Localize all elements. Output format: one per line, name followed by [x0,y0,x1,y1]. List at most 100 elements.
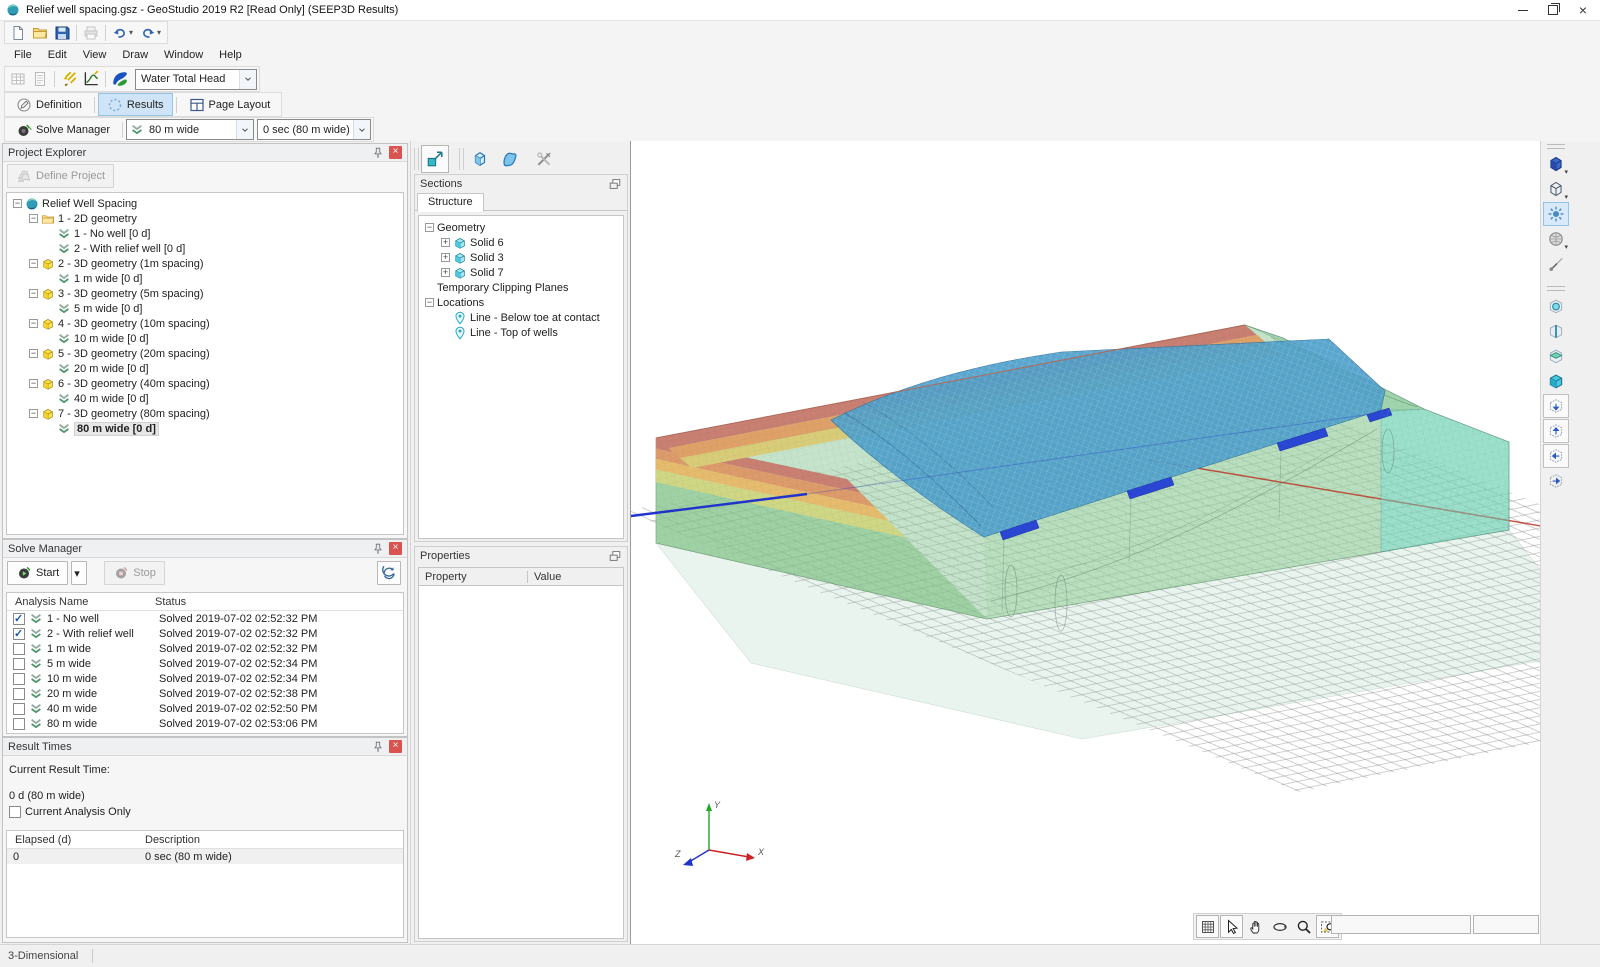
analysis-checkbox[interactable] [13,628,25,640]
view-tool-button[interactable]: ▾ [1543,177,1569,201]
solid-view-button[interactable] [466,145,494,173]
analysis-row[interactable]: 2 - With relief well Solved 2019-07-02 0… [7,626,403,641]
analysis-row[interactable]: 20 m wide Solved 2019-07-02 02:52:38 PM [7,686,403,701]
analysis-row[interactable]: 40 m wide Solved 2019-07-02 02:52:50 PM [7,701,403,716]
project-tree-item[interactable]: 4 - 3D geometry (10m spacing) [7,316,403,331]
toolbar-grip[interactable] [1547,144,1565,149]
project-tree-item[interactable]: Relief Well Spacing [7,196,403,211]
zoom-objects-button[interactable] [421,145,449,173]
tree-toggle[interactable] [29,409,38,418]
pin-icon[interactable] [371,146,385,160]
tree-toggle[interactable] [29,349,38,358]
close-icon[interactable]: × [389,740,402,753]
tree-toggle[interactable] [441,253,450,262]
analysis-row[interactable]: 1 - No well Solved 2019-07-02 02:52:32 P… [7,611,403,626]
sketch-table-button[interactable] [7,70,29,89]
float-icon[interactable] [608,177,622,191]
tree-toggle[interactable] [29,259,38,268]
tree-toggle[interactable] [29,289,38,298]
analysis-checkbox[interactable] [13,688,25,700]
tab-definition[interactable]: Definition [7,93,91,116]
start-button[interactable]: Start [7,561,68,585]
project-tree-item[interactable]: 1 m wide [0 d] [7,271,403,286]
tree-toggle[interactable] [29,379,38,388]
toolbar-grip[interactable] [414,148,419,170]
view-tool-button[interactable] [1543,202,1569,226]
report-button[interactable] [29,70,51,89]
new-button[interactable] [7,23,29,42]
menu-item[interactable]: Edit [40,46,75,64]
combo-dropdown-button[interactable] [236,120,253,139]
structure-tree-item[interactable]: Line - Top of wells [419,325,623,340]
close-button[interactable]: × [1568,0,1598,20]
analysis-checkbox[interactable] [13,658,25,670]
clip-tool-button[interactable] [1543,419,1569,443]
redo-button[interactable] [137,23,159,42]
structure-tree-item[interactable]: Locations [419,295,623,310]
view-options-button[interactable] [530,145,558,173]
define-project-button[interactable]: Define Project [7,164,114,188]
project-tree-item[interactable]: 1 - 2D geometry [7,211,403,226]
analysis-checkbox[interactable] [13,703,25,715]
close-icon[interactable]: × [389,542,402,555]
surface-view-button[interactable] [496,145,524,173]
close-icon[interactable]: × [389,146,402,159]
view-tool-button[interactable]: ▾ [1543,152,1569,176]
project-tree-item[interactable]: 20 m wide [0 d] [7,361,403,376]
tree-toggle[interactable] [441,268,450,277]
open-button[interactable] [29,23,51,42]
column-header-value[interactable]: Value [528,571,561,583]
stop-button[interactable]: Stop [104,561,165,585]
3d-model-view[interactable]: Y X Z [631,141,1541,944]
structure-tree-item[interactable]: Solid 6 [419,235,623,250]
structure-tree-item[interactable]: Solid 3 [419,250,623,265]
nav-button[interactable] [1196,915,1219,938]
current-time-combo[interactable]: 0 sec (80 m wide) [257,119,371,140]
project-tree-item[interactable]: 6 - 3D geometry (40m spacing) [7,376,403,391]
menu-item[interactable]: Help [211,46,250,64]
print-button[interactable] [80,23,102,42]
undo-button[interactable] [109,23,131,42]
project-tree-item[interactable]: 2 - With relief well [0 d] [7,241,403,256]
nav-button[interactable] [1268,915,1291,938]
project-tree-item[interactable]: 1 - No well [0 d] [7,226,403,241]
tab-page-layout[interactable]: Page Layout [180,93,280,116]
save-button[interactable] [51,23,73,42]
toolbar-grip[interactable] [459,148,464,170]
menu-item[interactable]: Window [156,46,211,64]
tree-toggle[interactable] [29,214,38,223]
project-tree-item[interactable]: 2 - 3D geometry (1m spacing) [7,256,403,271]
project-tree-item[interactable]: 5 - 3D geometry (20m spacing) [7,346,403,361]
nav-button[interactable] [1292,915,1315,938]
project-tree-item[interactable]: 7 - 3D geometry (80m spacing) [7,406,403,421]
clip-tool-button[interactable] [1543,294,1569,318]
structure-tree-item[interactable]: Temporary Clipping Planes [419,280,623,295]
undo-dropdown[interactable]: ▾ [129,28,137,37]
analysis-checkbox[interactable] [13,613,25,625]
combo-dropdown-button[interactable] [239,70,256,89]
analysis-checkbox[interactable] [13,643,25,655]
clip-tool-button[interactable] [1543,319,1569,343]
analysis-checkbox[interactable] [13,718,25,730]
tree-toggle[interactable] [13,199,22,208]
structure-tree-item[interactable]: Line - Below toe at contact [419,310,623,325]
nav-button[interactable] [1220,915,1243,938]
nav-button[interactable] [1244,915,1267,938]
view-tool-button[interactable]: ▾ [1543,227,1569,251]
analysis-row[interactable]: 10 m wide Solved 2019-07-02 02:52:34 PM [7,671,403,686]
3d-viewport[interactable]: Y X Z [630,141,1541,944]
dropdown-arrow[interactable]: ▾ [1564,168,1568,176]
minimize-button[interactable] [1508,0,1538,20]
column-header-analysis-name[interactable]: Analysis Name [7,596,155,608]
tab-results[interactable]: Results [98,93,173,116]
dropdown-arrow[interactable]: ▾ [1564,243,1568,251]
restore-button[interactable] [1538,0,1568,20]
start-dropdown-button[interactable]: ▾ [71,561,87,585]
contours-button[interactable] [109,70,131,89]
project-tree-item[interactable]: 40 m wide [0 d] [7,391,403,406]
contour-parameter-combo[interactable]: Water Total Head [135,69,257,90]
analysis-row[interactable]: 80 m wide Solved 2019-07-02 02:53:06 PM [7,716,403,731]
clip-tool-button[interactable] [1543,344,1569,368]
refresh-button[interactable] [377,561,401,585]
pin-icon[interactable] [371,740,385,754]
